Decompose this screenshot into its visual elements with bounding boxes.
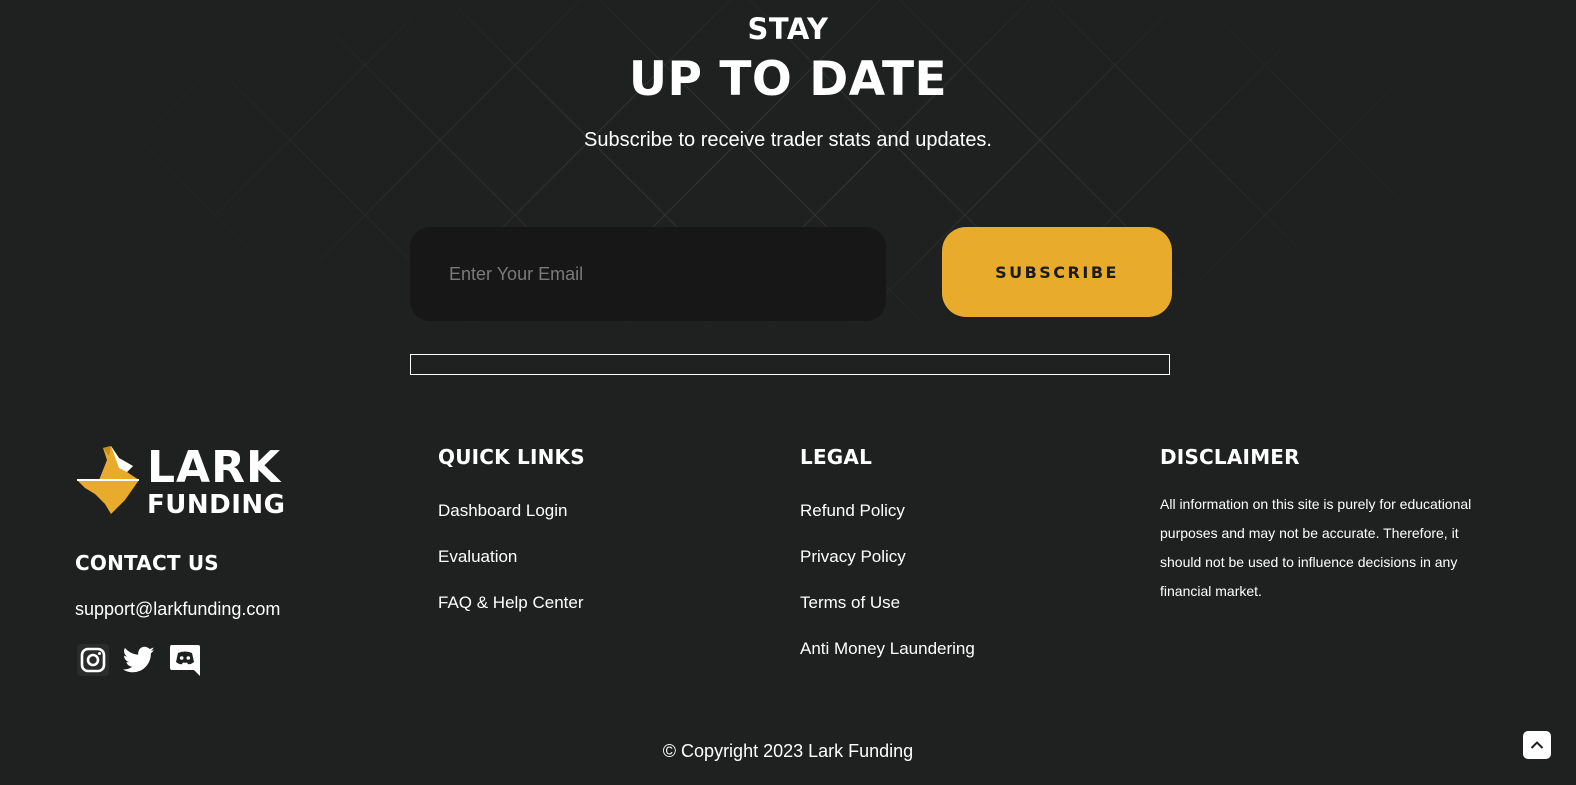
subscribe-button[interactable]: SUBSCRIBE <box>942 227 1172 317</box>
instagram-icon[interactable] <box>76 643 110 677</box>
email-input[interactable] <box>410 227 886 321</box>
link-privacy-policy[interactable]: Privacy Policy <box>800 547 906 567</box>
logo-text-lark: LARK <box>147 442 282 493</box>
link-evaluation[interactable]: Evaluation <box>438 547 517 567</box>
contact-email[interactable]: support@larkfunding.com <box>75 599 280 620</box>
stay-heading: STAY <box>747 12 829 46</box>
disclaimer-text: All information on this site is purely f… <box>1160 496 1472 599</box>
lark-funding-logo[interactable]: LARK FUNDING <box>75 444 285 518</box>
link-dashboard-login[interactable]: Dashboard Login <box>438 501 567 521</box>
link-anti-money-laundering[interactable]: Anti Money Laundering <box>800 639 975 659</box>
link-terms-of-use[interactable]: Terms of Use <box>800 593 900 613</box>
scroll-to-top-button[interactable] <box>1523 731 1551 759</box>
up-to-date-heading: UP TO DATE <box>628 52 948 107</box>
newsletter-subtitle: Subscribe to receive trader stats and up… <box>583 129 992 151</box>
link-faq-help-center[interactable]: FAQ & Help Center <box>438 593 584 613</box>
link-refund-policy[interactable]: Refund Policy <box>800 501 905 521</box>
twitter-icon[interactable] <box>122 643 156 677</box>
legal-heading: LEGAL <box>800 445 873 469</box>
discord-icon[interactable] <box>168 643 202 677</box>
copyright: © Copyright 2023 Lark Funding <box>662 741 914 761</box>
disclaimer-heading: DISCLAIMER <box>1160 445 1300 469</box>
iceberg-bird-icon <box>77 446 139 514</box>
chevron-up-icon <box>1530 741 1544 749</box>
form-message-box <box>410 354 1170 375</box>
logo-text-funding: FUNDING <box>147 490 286 520</box>
contact-us-heading: CONTACT US <box>75 551 219 575</box>
quick-links-heading: QUICK LINKS <box>438 445 585 469</box>
